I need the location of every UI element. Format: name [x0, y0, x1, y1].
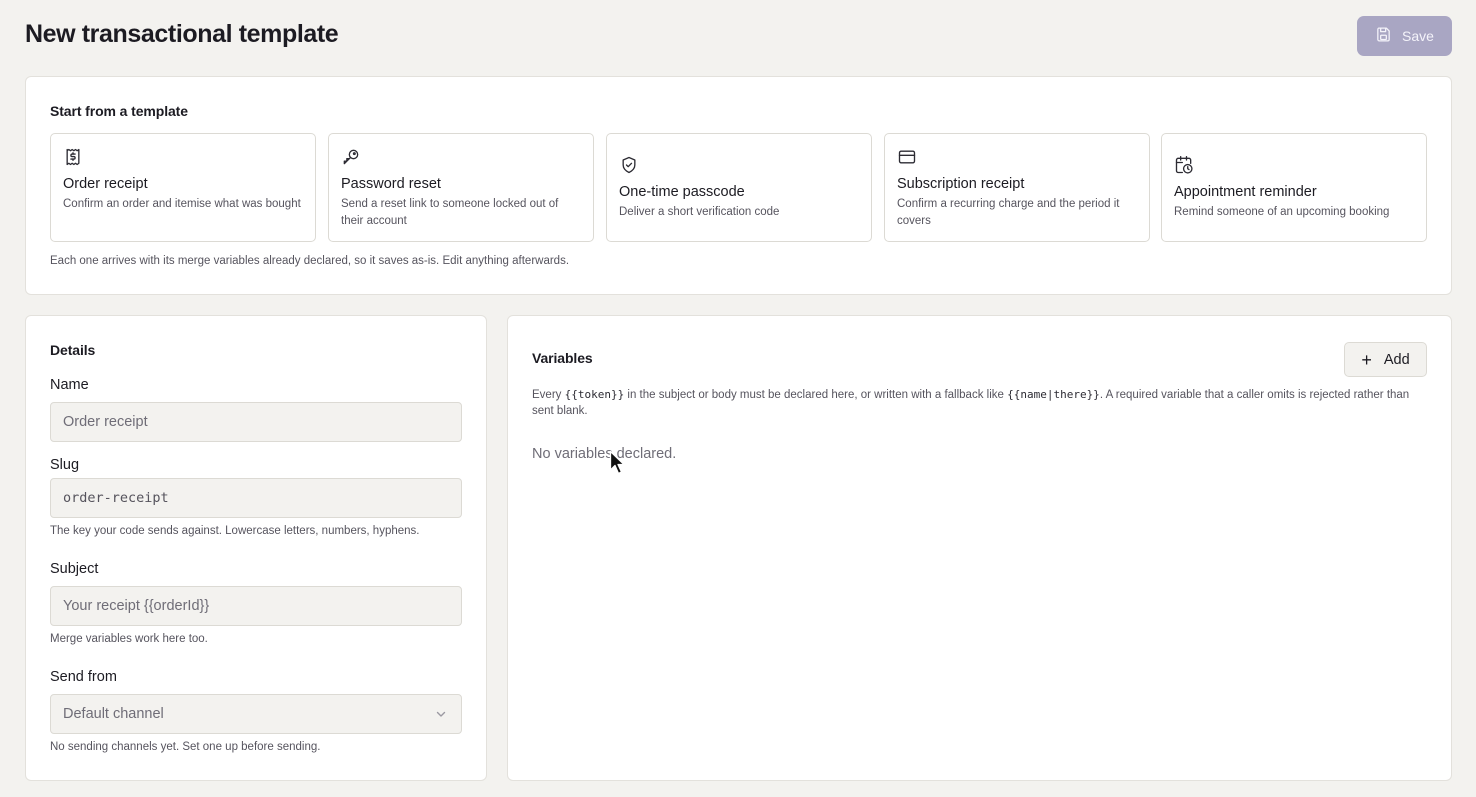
- save-label: Save: [1402, 28, 1434, 44]
- name-input[interactable]: Order receipt: [50, 402, 462, 442]
- name-placeholder: Order receipt: [63, 414, 148, 430]
- shield-check-icon: [619, 155, 639, 175]
- variables-heading: Variables: [532, 350, 593, 366]
- mouse-cursor-icon: [609, 450, 625, 475]
- empty-state: No variables declared.: [532, 446, 677, 462]
- subject-label: Subject: [50, 561, 99, 577]
- send-from-value: Default channel: [63, 706, 164, 722]
- template-password-reset[interactable]: Password reset Send a reset link to some…: [328, 133, 594, 242]
- subject-input[interactable]: Your receipt {{orderId}}: [50, 586, 462, 626]
- template-title: Password reset: [341, 176, 441, 192]
- send-from-label: Send from: [50, 669, 117, 685]
- slug-input[interactable]: order-receipt: [50, 478, 462, 518]
- template-appointment-reminder[interactable]: Appointment reminder Remind someone of a…: [1161, 133, 1427, 242]
- slug-hint: The key your code sends against. Lowerca…: [50, 525, 420, 537]
- send-from-select[interactable]: Default channel: [50, 694, 462, 734]
- details-card: Details Name Order receipt Slug order-re…: [25, 315, 487, 781]
- template-desc: Remind someone of an upcoming booking: [1174, 206, 1390, 218]
- template-desc: Send a reset link to someone locked out …: [341, 198, 559, 227]
- details-heading: Details: [50, 342, 96, 358]
- desc-text: Every: [532, 389, 565, 401]
- templates-note: Each one arrives with its merge variable…: [50, 255, 570, 267]
- templates-heading: Start from a template: [50, 103, 188, 119]
- add-variable-button[interactable]: + Add: [1344, 342, 1427, 377]
- desc-text: in the subject or body must be declared …: [624, 389, 1008, 401]
- plus-icon: +: [1361, 349, 1372, 370]
- subject-hint: Merge variables work here too.: [50, 633, 208, 645]
- chevron-down-icon: [435, 708, 447, 720]
- key-icon: [341, 147, 361, 167]
- template-title: Appointment reminder: [1174, 184, 1317, 200]
- receipt-icon: [63, 147, 83, 167]
- name-label: Name: [50, 377, 89, 393]
- slug-placeholder: order-receipt: [63, 490, 169, 506]
- variables-description: Every {{token}} in the subject or body m…: [532, 387, 1422, 419]
- template-title: One-time passcode: [619, 184, 745, 200]
- template-desc: Confirm an order and itemise what was bo…: [63, 198, 301, 210]
- subject-placeholder: Your receipt {{orderId}}: [63, 598, 210, 614]
- template-order-receipt[interactable]: Order receipt Confirm an order and itemi…: [50, 133, 316, 242]
- token-code: {{token}}: [564, 388, 625, 401]
- template-subscription-receipt[interactable]: Subscription receipt Confirm a recurring…: [884, 133, 1150, 242]
- save-icon: [1375, 26, 1392, 46]
- template-title: Subscription receipt: [897, 176, 1025, 192]
- page-title: New transactional template: [25, 20, 339, 48]
- template-desc: Deliver a short verification code: [619, 206, 780, 218]
- template-picker-card: Start from a template Order receipt Conf…: [25, 76, 1452, 295]
- template-one-time-passcode[interactable]: One-time passcode Deliver a short verifi…: [606, 133, 872, 242]
- save-button[interactable]: Save: [1357, 16, 1452, 56]
- slug-label: Slug: [50, 457, 80, 473]
- credit-card-icon: [897, 147, 917, 167]
- calendar-clock-icon: [1174, 155, 1194, 175]
- send-from-hint: No sending channels yet. Set one up befo…: [50, 741, 321, 753]
- fallback-code: {{name|there}}: [1007, 388, 1100, 401]
- variables-card: Variables + Add Every {{token}} in the s…: [507, 315, 1452, 781]
- template-desc: Confirm a recurring charge and the perio…: [897, 198, 1120, 227]
- add-label: Add: [1383, 351, 1410, 368]
- template-title: Order receipt: [63, 176, 148, 192]
